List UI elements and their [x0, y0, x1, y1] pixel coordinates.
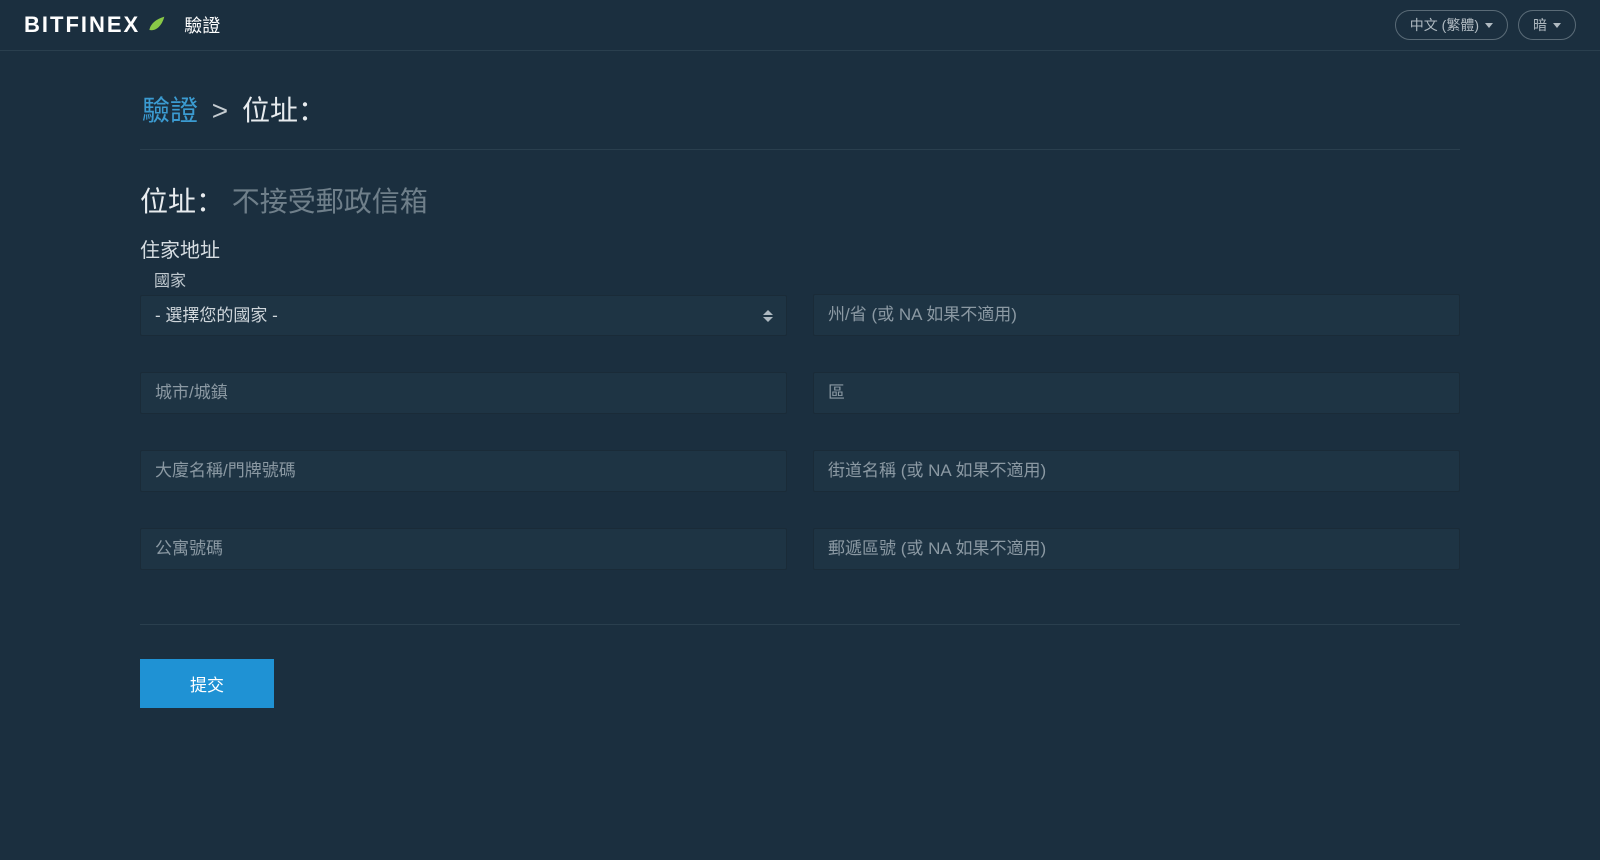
leaf-icon — [146, 15, 166, 35]
section-title-text: 位址： — [140, 186, 224, 217]
brand-link[interactable]: BITFINEX — [24, 12, 166, 38]
theme-select[interactable]: 暗 — [1518, 10, 1576, 40]
chevron-down-icon — [1553, 23, 1561, 28]
language-label: 中文 (繁體) — [1410, 15, 1479, 35]
apartment-input[interactable] — [140, 528, 787, 570]
theme-label: 暗 — [1533, 15, 1547, 35]
country-label: 國家 — [154, 267, 787, 291]
country-select[interactable]: - 選擇您的國家 - — [140, 295, 787, 336]
breadcrumb-current: 位址： — [242, 95, 326, 126]
street-input[interactable] — [813, 450, 1460, 492]
section-title: 位址： 不接受郵政信箱 — [140, 180, 1460, 220]
building-input[interactable] — [140, 450, 787, 492]
main-content: 驗證 > 位址： 位址： 不接受郵政信箱 住家地址 國家 - 選擇您的國家 - — [140, 51, 1460, 748]
state-input[interactable] — [813, 294, 1460, 336]
language-select[interactable]: 中文 (繁體) — [1395, 10, 1508, 40]
chevron-down-icon — [1485, 23, 1493, 28]
divider — [140, 624, 1460, 625]
breadcrumb-sep: > — [212, 95, 228, 126]
breadcrumb-link-verify[interactable]: 驗證 — [142, 95, 198, 126]
section-note: 不接受郵政信箱 — [232, 186, 428, 217]
city-input[interactable] — [140, 372, 787, 414]
brand-text: BITFINEX — [24, 12, 140, 38]
breadcrumb: 驗證 > 位址： — [140, 89, 1460, 150]
group-label-home-address: 住家地址 — [140, 234, 1460, 263]
postal-input[interactable] — [813, 528, 1460, 570]
header: BITFINEX 驗證 中文 (繁體) 暗 — [0, 0, 1600, 51]
header-subtitle: 驗證 — [184, 12, 220, 38]
address-grid: 國家 - 選擇您的國家 - — [140, 263, 1460, 570]
submit-button[interactable]: 提交 — [140, 659, 274, 708]
district-input[interactable] — [813, 372, 1460, 414]
